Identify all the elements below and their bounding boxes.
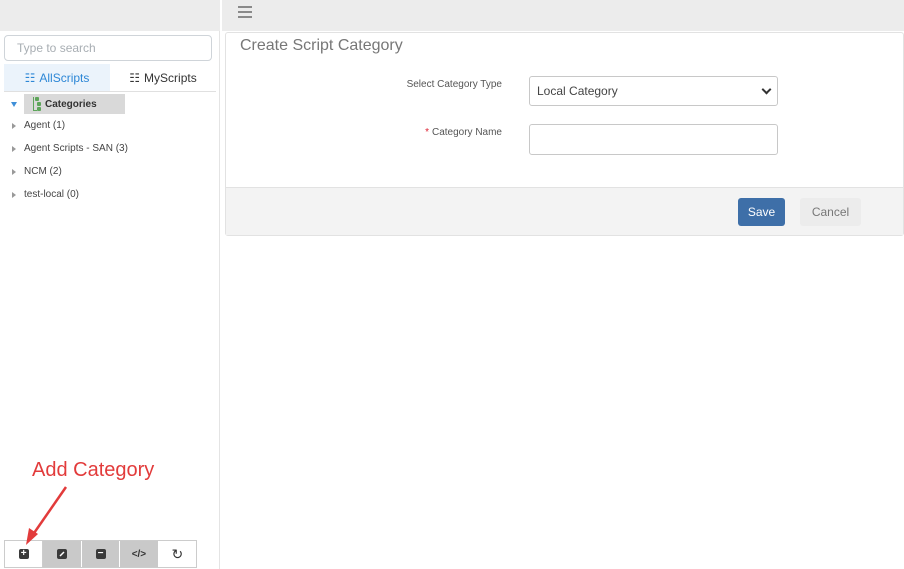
category-name-input[interactable]	[529, 124, 778, 155]
category-type-value: Local Category	[537, 84, 618, 98]
chevron-down-icon	[761, 84, 772, 94]
category-name-label-wrap: * Category Name	[366, 127, 502, 138]
hamburger-icon[interactable]	[238, 6, 252, 18]
top-bar	[222, 0, 904, 31]
category-type-label: Select Category Type	[406, 79, 502, 90]
create-category-panel: Create Script Category Select Category T…	[225, 32, 904, 236]
page-title: Create Script Category	[240, 37, 403, 54]
panel-footer: Save Cancel	[226, 187, 903, 235]
cancel-button[interactable]: Cancel	[800, 198, 861, 226]
category-type-select[interactable]: Local Category	[529, 76, 778, 106]
required-marker: *	[425, 127, 429, 138]
save-button[interactable]: Save	[738, 198, 785, 226]
category-name-label: Category Name	[431, 127, 502, 138]
